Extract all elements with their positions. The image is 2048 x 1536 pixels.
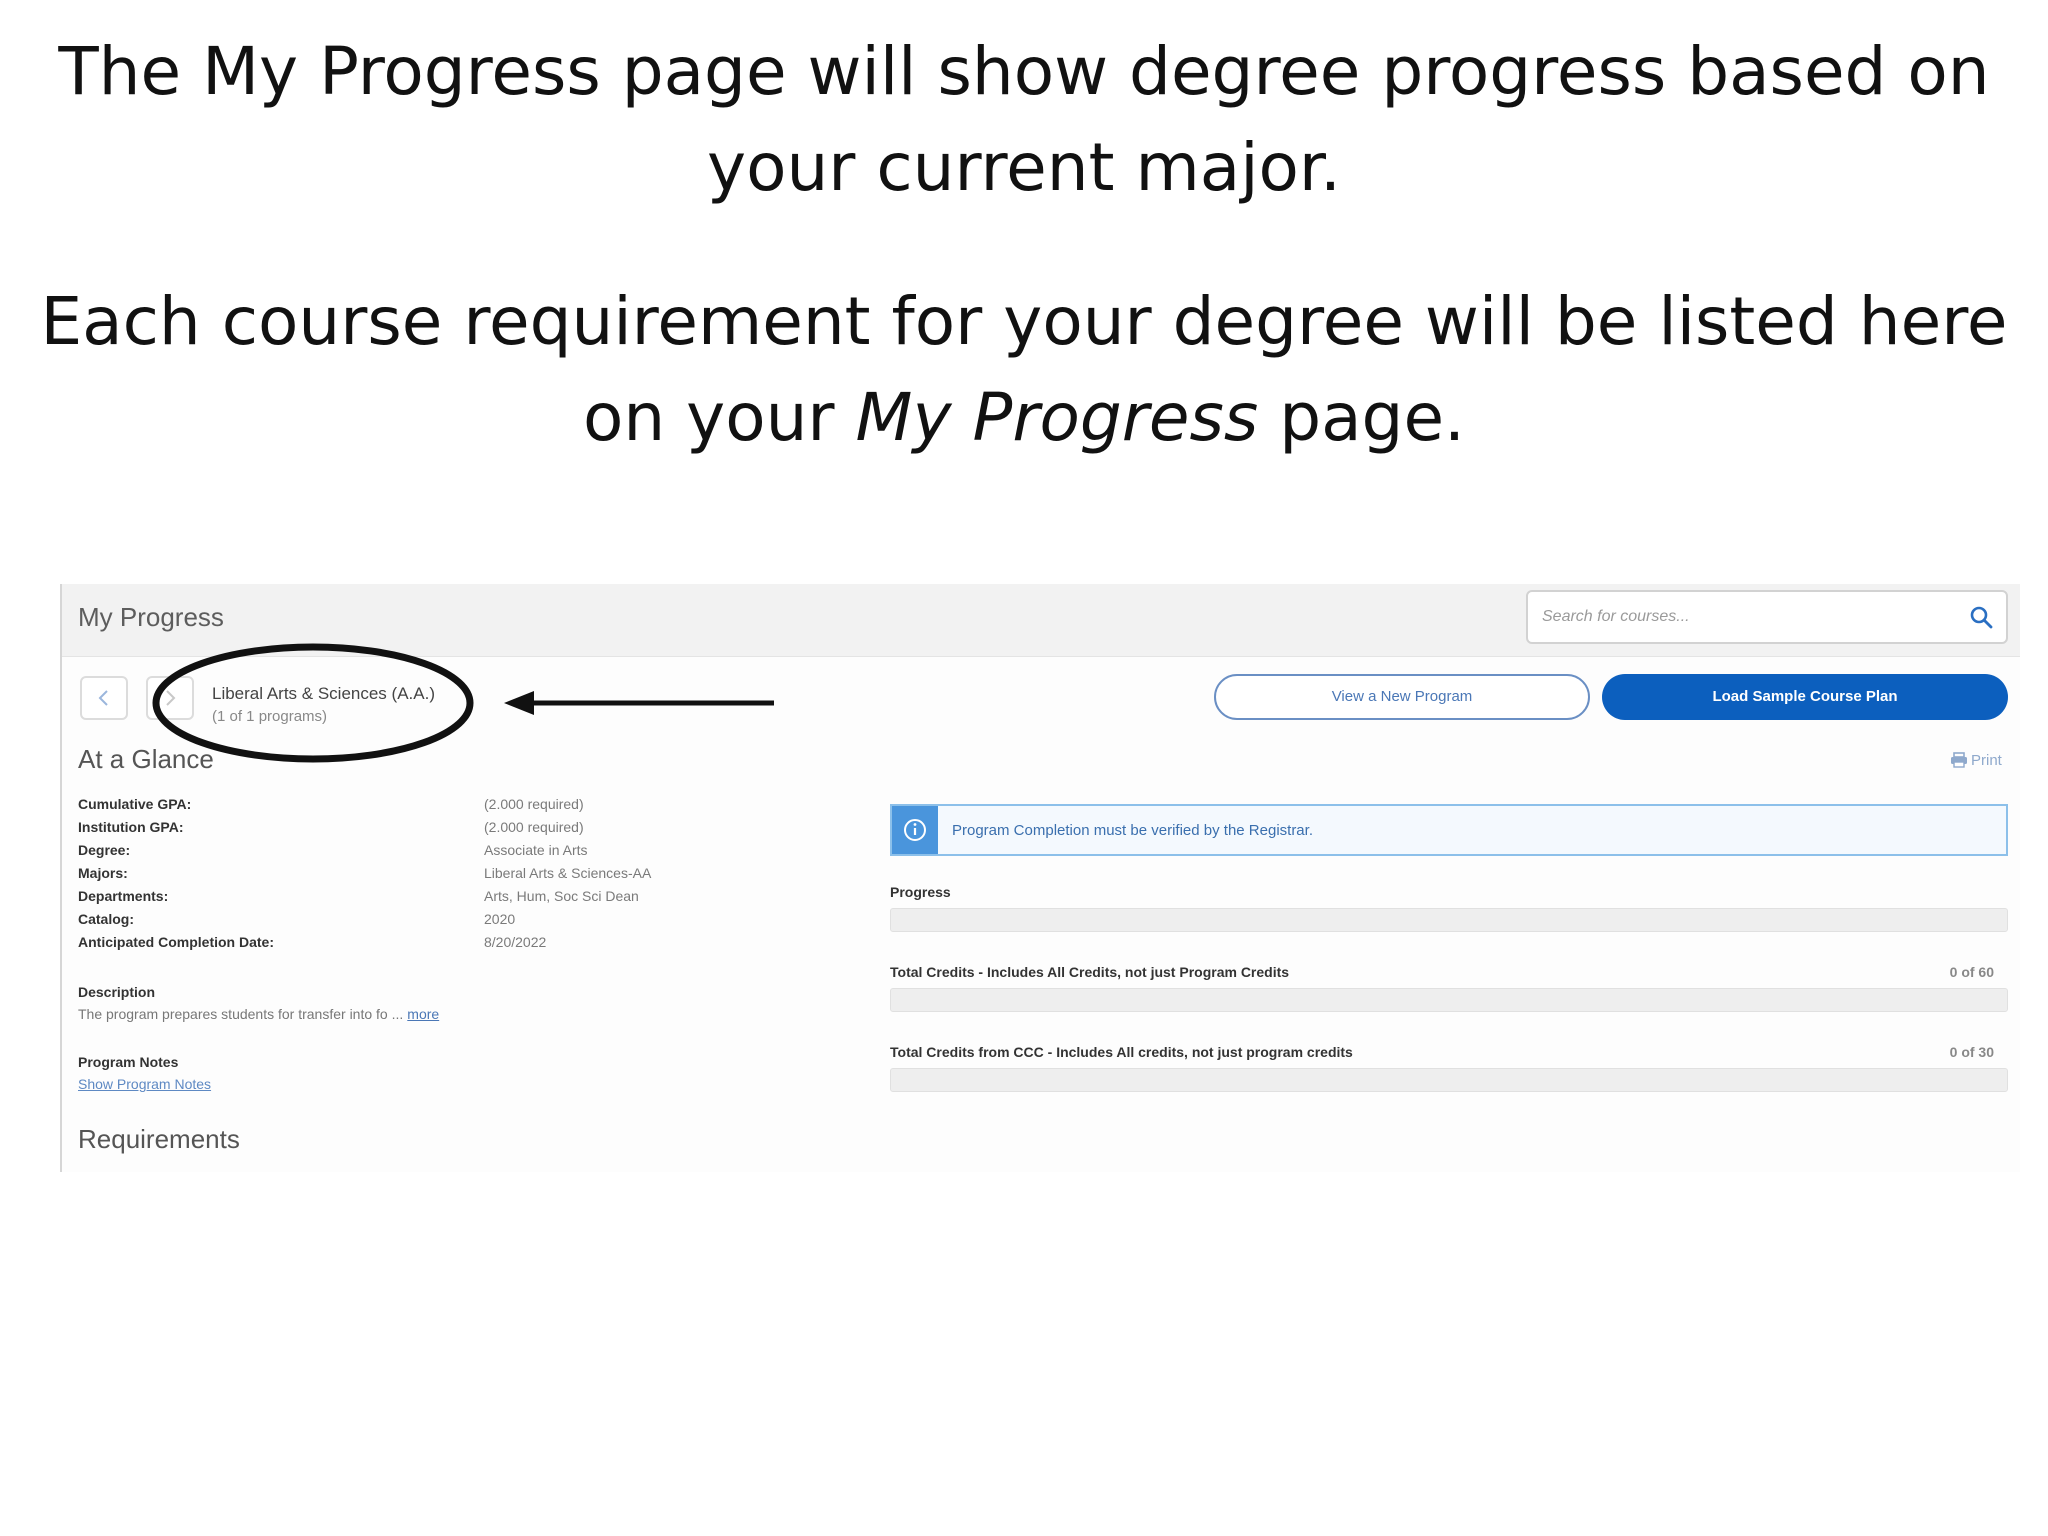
glance-value: (2.000 required) [484, 819, 584, 835]
ccc-credits-count: 0 of 30 [1949, 1044, 1994, 1060]
slide-heading-2-end: page. [1258, 379, 1466, 456]
progress-label: Progress [890, 884, 951, 900]
registrar-alert: Program Completion must be verified by t… [890, 804, 2008, 856]
total-credits-row: Total Credits - Includes All Credits, no… [890, 964, 2008, 980]
printer-icon [1951, 752, 1967, 768]
glance-label: Cumulative GPA: [78, 796, 192, 812]
description-body: The program prepares students for transf… [78, 1006, 404, 1022]
ccc-credits-bar [890, 1068, 2008, 1092]
glance-label: Catalog: [78, 911, 134, 927]
glance-row-majors: Majors: Liberal Arts & Sciences-AA [78, 865, 718, 888]
glance-row-departments: Departments: Arts, Hum, Soc Sci Dean [78, 888, 718, 911]
glance-label: Departments: [78, 888, 169, 904]
glance-row-cumulative-gpa: Cumulative GPA: (2.000 required) [78, 796, 718, 819]
annotation-arrow-icon [504, 691, 774, 715]
slide-heading-2-emphasis: My Progress [855, 379, 1259, 456]
program-notes-label: Program Notes [78, 1054, 179, 1070]
glance-value: (2.000 required) [484, 796, 584, 812]
search-input[interactable]: Search for courses... [1526, 590, 2008, 644]
progress-bar [890, 908, 2008, 932]
show-program-notes-link[interactable]: Show Program Notes [78, 1076, 211, 1092]
requirements-heading: Requirements [78, 1124, 240, 1154]
search-icon[interactable] [1968, 604, 1994, 630]
search-placeholder: Search for courses... [1542, 608, 1690, 625]
glance-row-catalog: Catalog: 2020 [78, 911, 718, 934]
page-title: My Progress [78, 602, 224, 632]
slide-heading-1: The My Progress page will show degree pr… [58, 33, 1990, 206]
view-new-program-button[interactable]: View a New Program [1214, 674, 1590, 720]
print-link[interactable]: Print [1950, 752, 2002, 769]
glance-value: Liberal Arts & Sciences-AA [484, 865, 652, 881]
glance-label: Anticipated Completion Date: [78, 934, 275, 950]
ccc-credits-row: Total Credits from CCC - Includes All cr… [890, 1044, 2008, 1060]
annotation-ellipse [152, 643, 474, 763]
glance-row-institution-gpa: Institution GPA: (2.000 required) [78, 819, 718, 842]
glance-value: 8/20/2022 [484, 934, 547, 950]
slide-heading-2: Each course requirement for your degree … [40, 274, 2008, 466]
total-credits-label: Total Credits - Includes All Credits, no… [890, 964, 1290, 980]
glance-value: Associate in Arts [484, 842, 588, 858]
glance-value: Arts, Hum, Soc Sci Dean [484, 888, 639, 904]
info-icon [904, 819, 926, 841]
glance-row-degree: Degree: Associate in Arts [78, 842, 718, 865]
description-text: The program prepares students for transf… [78, 1006, 439, 1022]
ccc-credits-label: Total Credits from CCC - Includes All cr… [890, 1044, 1353, 1060]
description-label: Description [78, 984, 156, 1000]
glance-value: 2020 [484, 911, 516, 927]
alert-icon-box [892, 806, 938, 854]
total-credits-bar [890, 988, 2008, 1012]
description-more-link[interactable]: more [407, 1006, 439, 1022]
previous-program-button[interactable] [80, 676, 128, 720]
glance-row-completion-date: Anticipated Completion Date: 8/20/2022 [78, 934, 718, 957]
load-sample-course-plan-button[interactable]: Load Sample Course Plan [1602, 674, 2008, 720]
glance-label: Degree: [78, 842, 131, 858]
chevron-left-icon [98, 690, 108, 706]
glance-label: Majors: [78, 865, 128, 881]
glance-label: Institution GPA: [78, 819, 184, 835]
alert-text: Program Completion must be verified by t… [952, 822, 1313, 839]
print-label: Print [1971, 752, 2002, 769]
total-credits-count: 0 of 60 [1949, 964, 1994, 980]
